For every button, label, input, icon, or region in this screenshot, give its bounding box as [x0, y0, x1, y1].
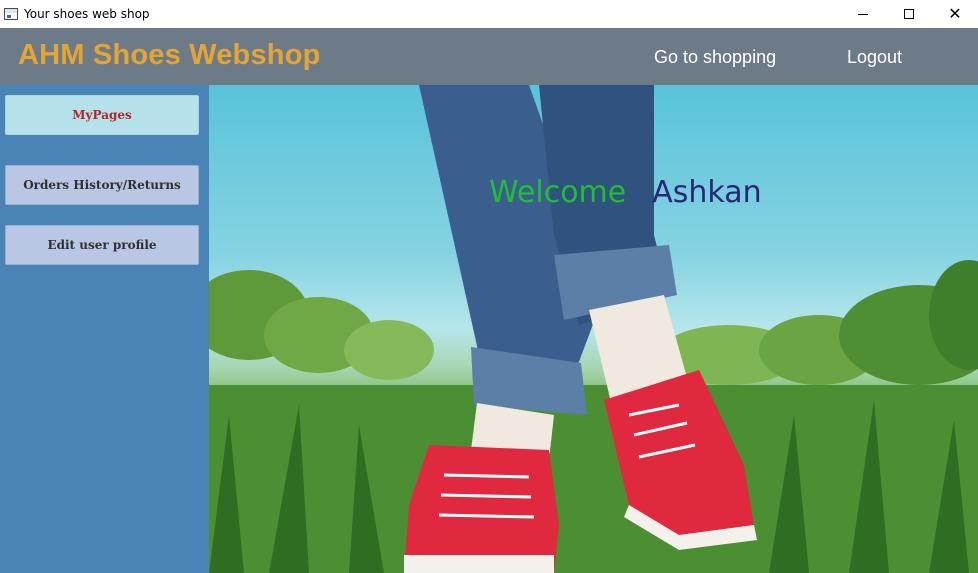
app-window-icon: [4, 8, 18, 20]
maximize-icon: [904, 9, 914, 19]
window-titlebar: Your shoes web shop ✕: [0, 0, 978, 28]
mypages-button[interactable]: MyPages: [5, 95, 199, 135]
close-button[interactable]: ✕: [932, 0, 978, 28]
edit-user-profile-button[interactable]: Edit user profile: [5, 225, 199, 265]
hero-illustration: [209, 85, 978, 573]
user-name: Ashkan: [652, 175, 762, 210]
orders-history-returns-button[interactable]: Orders History/Returns: [5, 165, 199, 205]
sidebar: MyPages Orders History/Returns Edit user…: [0, 85, 209, 573]
minimize-button[interactable]: [840, 0, 886, 28]
close-icon: ✕: [948, 4, 962, 23]
minimize-icon: [858, 13, 868, 15]
maximize-button[interactable]: [886, 0, 932, 28]
hero-image: Welcome Ashkan: [209, 85, 978, 573]
brand-title: AHM Shoes Webshop: [18, 39, 321, 71]
window-title: Your shoes web shop: [24, 7, 150, 21]
logout-link[interactable]: Logout: [847, 47, 902, 68]
app-header: AHM Shoes Webshop Go to shopping Logout: [0, 28, 978, 85]
welcome-message: Welcome Ashkan: [489, 175, 762, 210]
window-controls: ✕: [840, 0, 978, 28]
welcome-label: Welcome: [489, 175, 627, 210]
go-to-shopping-link[interactable]: Go to shopping: [654, 47, 776, 68]
